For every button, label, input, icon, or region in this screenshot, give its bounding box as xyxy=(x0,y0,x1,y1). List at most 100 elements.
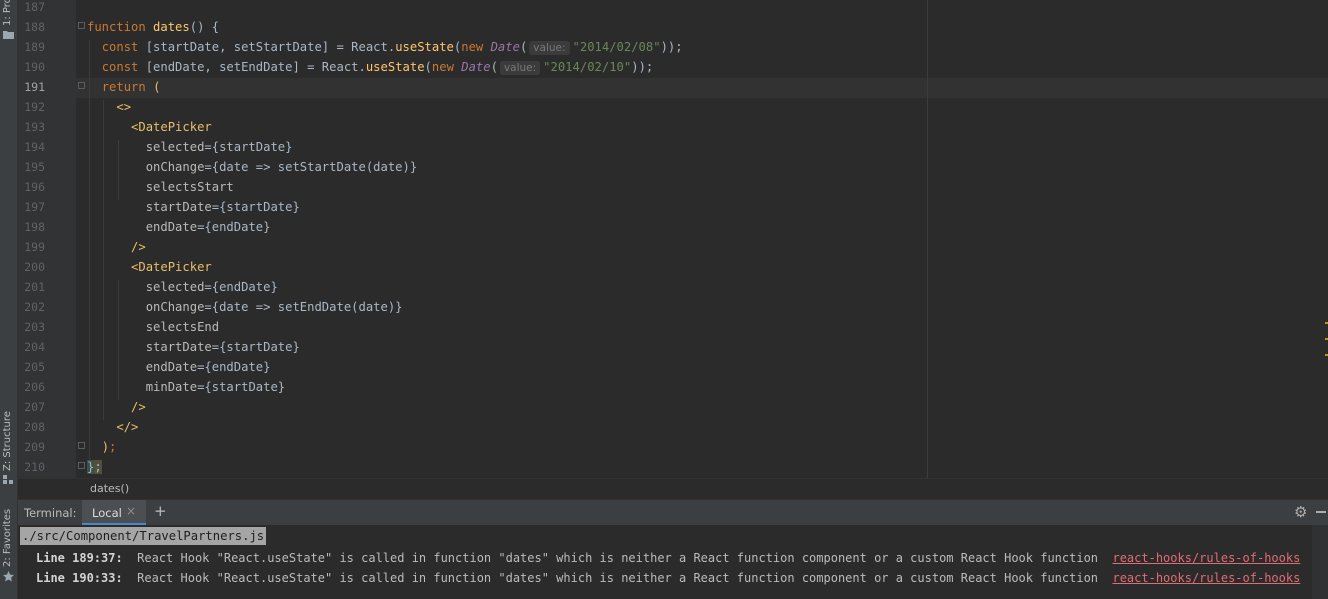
favorites-tool-tab[interactable]: 2: Favorites xyxy=(0,505,17,585)
line-number: 197 xyxy=(24,200,45,214)
code-text: endDate={endDate} xyxy=(145,360,271,374)
line-number: 190 xyxy=(24,60,45,74)
star-icon xyxy=(3,571,14,582)
line-number: 204 xyxy=(24,340,45,354)
line-number: 200 xyxy=(24,260,45,274)
code-text: <DatePicker xyxy=(131,260,212,274)
gear-icon[interactable]: ⚙ xyxy=(1294,503,1307,521)
line-number: 209 xyxy=(24,440,45,454)
line-number: 196 xyxy=(24,180,45,194)
structure-tool-tab[interactable]: Z: Structure xyxy=(0,405,17,485)
code-line: 207 /> xyxy=(18,397,1328,417)
code-text: selectsEnd xyxy=(145,320,220,334)
line-number: 194 xyxy=(24,140,45,154)
error-location: Line 189:37: xyxy=(36,551,123,565)
line-number: 188 xyxy=(24,20,45,34)
minimize-icon[interactable] xyxy=(1316,511,1326,513)
project-tool-tab[interactable]: 1: Pro xyxy=(0,0,17,40)
line-number: 191 xyxy=(24,80,45,94)
code-line: 195 onChange={date => setStartDate(date)… xyxy=(18,157,1328,177)
line-number: 203 xyxy=(24,320,45,334)
code-line: 206 minDate={startDate} xyxy=(18,377,1328,397)
code-line: 189 const [startDate, setStartDate] = Re… xyxy=(18,37,1328,57)
terminal-toolbar: Terminal: Local × + ⚙ xyxy=(18,499,1328,526)
code-line: 209 ); xyxy=(18,437,1328,457)
left-tool-strip: 1: Pro Z: Structure 2: Favorites xyxy=(0,0,18,599)
line-number: 189 xyxy=(24,40,45,54)
error-location: Line 190:33: xyxy=(36,571,123,585)
terminal-tab-local[interactable]: Local × xyxy=(82,500,146,525)
terminal-file-path: ./src/Component/TravelPartners.js xyxy=(20,527,267,545)
add-terminal-tab-icon[interactable]: + xyxy=(154,502,167,520)
line-number: 210 xyxy=(24,460,45,474)
favorites-tab-label: 2: Favorites xyxy=(2,508,13,567)
code-line-current: 191 return ( xyxy=(18,77,1328,97)
code-line: 192 <> xyxy=(18,97,1328,117)
error-message: React Hook "React.useState" is called in… xyxy=(122,571,1113,585)
lint-error-line: Line 190:33: React Hook "React.useState"… xyxy=(36,568,1300,588)
code-text: /> xyxy=(131,400,146,414)
line-number: 202 xyxy=(24,300,45,314)
inlay-hint: value: xyxy=(499,61,541,75)
code-line: 199 /> xyxy=(18,237,1328,257)
code-line: 188 function dates() { xyxy=(18,17,1328,37)
line-number: 199 xyxy=(24,240,45,254)
code-text: <> xyxy=(116,100,132,114)
code-line: 204 startDate={startDate} xyxy=(18,337,1328,357)
error-rule-link[interactable]: react-hooks/rules-of-hooks xyxy=(1112,551,1300,565)
terminal-title: Terminal: xyxy=(24,506,77,520)
code-line: 193 <DatePicker xyxy=(18,117,1328,137)
lint-error-line: Line 189:37: React Hook "React.useState"… xyxy=(36,548,1300,568)
code-text: <DatePicker xyxy=(131,120,212,134)
terminal-tab-label: Local xyxy=(92,506,122,520)
code-text: }; xyxy=(87,460,102,474)
code-line: 190 const [endDate, setEndDate] = React.… xyxy=(18,57,1328,77)
code-line: 196 selectsStart xyxy=(18,177,1328,197)
code-text: const [endDate, setEndDate] = React.useS… xyxy=(101,60,654,75)
code-line: 197 startDate={startDate} xyxy=(18,197,1328,217)
code-text: onChange={date => setEndDate(date)} xyxy=(145,300,403,314)
close-tab-icon[interactable]: × xyxy=(126,504,136,518)
line-number: 198 xyxy=(24,220,45,234)
project-tab-label: 1: Pro xyxy=(2,0,13,26)
line-number: 208 xyxy=(24,420,45,434)
code-text: selected={endDate} xyxy=(145,280,278,294)
code-line: 200 <DatePicker xyxy=(18,257,1328,277)
code-text: /> xyxy=(131,240,146,254)
line-number: 206 xyxy=(24,380,45,394)
code-editor[interactable]: 187 188 function dates() { 189 const [st… xyxy=(18,0,1328,478)
error-rule-link[interactable]: react-hooks/rules-of-hooks xyxy=(1112,571,1300,585)
code-line: 198 endDate={endDate} xyxy=(18,217,1328,237)
code-text: const [startDate, setStartDate] = React.… xyxy=(101,40,683,55)
code-line: 194 selected={startDate} xyxy=(18,137,1328,157)
line-number: 192 xyxy=(24,100,45,114)
code-text: startDate={startDate} xyxy=(145,340,300,354)
breadcrumb[interactable]: dates() xyxy=(18,478,1328,499)
code-text: endDate={endDate} xyxy=(145,220,271,234)
line-number: 193 xyxy=(24,120,45,134)
code-text: selected={startDate} xyxy=(145,140,293,154)
line-number: 207 xyxy=(24,400,45,414)
code-text: </> xyxy=(116,420,139,434)
code-text: function dates() { xyxy=(87,20,220,34)
structure-icon xyxy=(3,475,13,484)
code-line: 210 }; xyxy=(18,457,1328,477)
code-text: selectsStart xyxy=(145,180,234,194)
line-number: 195 xyxy=(24,160,45,174)
terminal-output[interactable]: ./src/Component/TravelPartners.js Line 1… xyxy=(18,525,1328,599)
code-line: 205 endDate={endDate} xyxy=(18,357,1328,377)
code-line: 187 xyxy=(18,0,1328,17)
code-text: startDate={startDate} xyxy=(145,200,300,214)
structure-tab-label: Z: Structure xyxy=(2,411,13,471)
code-line: 202 onChange={date => setEndDate(date)} xyxy=(18,297,1328,317)
inlay-hint: value: xyxy=(529,41,570,55)
code-text: ); xyxy=(101,440,117,454)
line-number: 205 xyxy=(24,360,45,374)
line-number: 201 xyxy=(24,280,45,294)
code-text: onChange={date => setStartDate(date)} xyxy=(145,160,418,174)
breadcrumb-function[interactable]: dates() xyxy=(90,482,129,495)
code-text: return ( xyxy=(101,80,161,94)
code-text: minDate={startDate} xyxy=(145,380,286,394)
terminal-scrollbar[interactable] xyxy=(1312,525,1328,599)
code-line: 203 selectsEnd xyxy=(18,317,1328,337)
